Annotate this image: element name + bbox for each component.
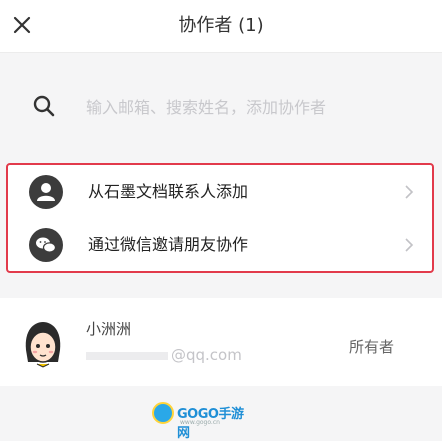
avatar xyxy=(25,322,61,368)
collaborator-name: 小洲洲 xyxy=(86,320,132,338)
search-bar xyxy=(0,78,442,134)
page-title: 协作者 (1) xyxy=(178,15,264,36)
invite-wechat-option[interactable]: 通过微信邀请朋友协作 xyxy=(8,218,432,271)
option-label: 通过微信邀请朋友协作 xyxy=(88,235,249,254)
watermark-subtext: www.gogo.cn xyxy=(180,419,220,426)
search-icon xyxy=(33,95,55,117)
option-label: 从石墨文档联系人添加 xyxy=(88,182,249,201)
header-bar: 协作者 (1) xyxy=(0,0,442,53)
email-redaction xyxy=(86,351,168,360)
add-collaborator-options: 从石墨文档联系人添加 通过微信邀请朋友协作 xyxy=(6,163,434,273)
search-input[interactable] xyxy=(84,91,418,123)
collaborator-role: 所有者 xyxy=(348,338,394,356)
chevron-right-icon xyxy=(405,238,414,252)
wechat-icon xyxy=(29,228,63,262)
collaborator-row[interactable]: 小洲洲 @qq.com 所有者 xyxy=(0,298,442,386)
add-from-contacts-option[interactable]: 从石墨文档联系人添加 xyxy=(8,165,432,218)
contacts-icon xyxy=(29,175,63,209)
watermark-logo: GOGO手游网 www.gogo.cn xyxy=(152,400,244,441)
email-domain: @qq.com xyxy=(171,346,242,364)
collaborator-email: @qq.com xyxy=(86,346,242,364)
chevron-right-icon xyxy=(405,185,414,199)
watermark-badge-icon xyxy=(152,402,174,424)
